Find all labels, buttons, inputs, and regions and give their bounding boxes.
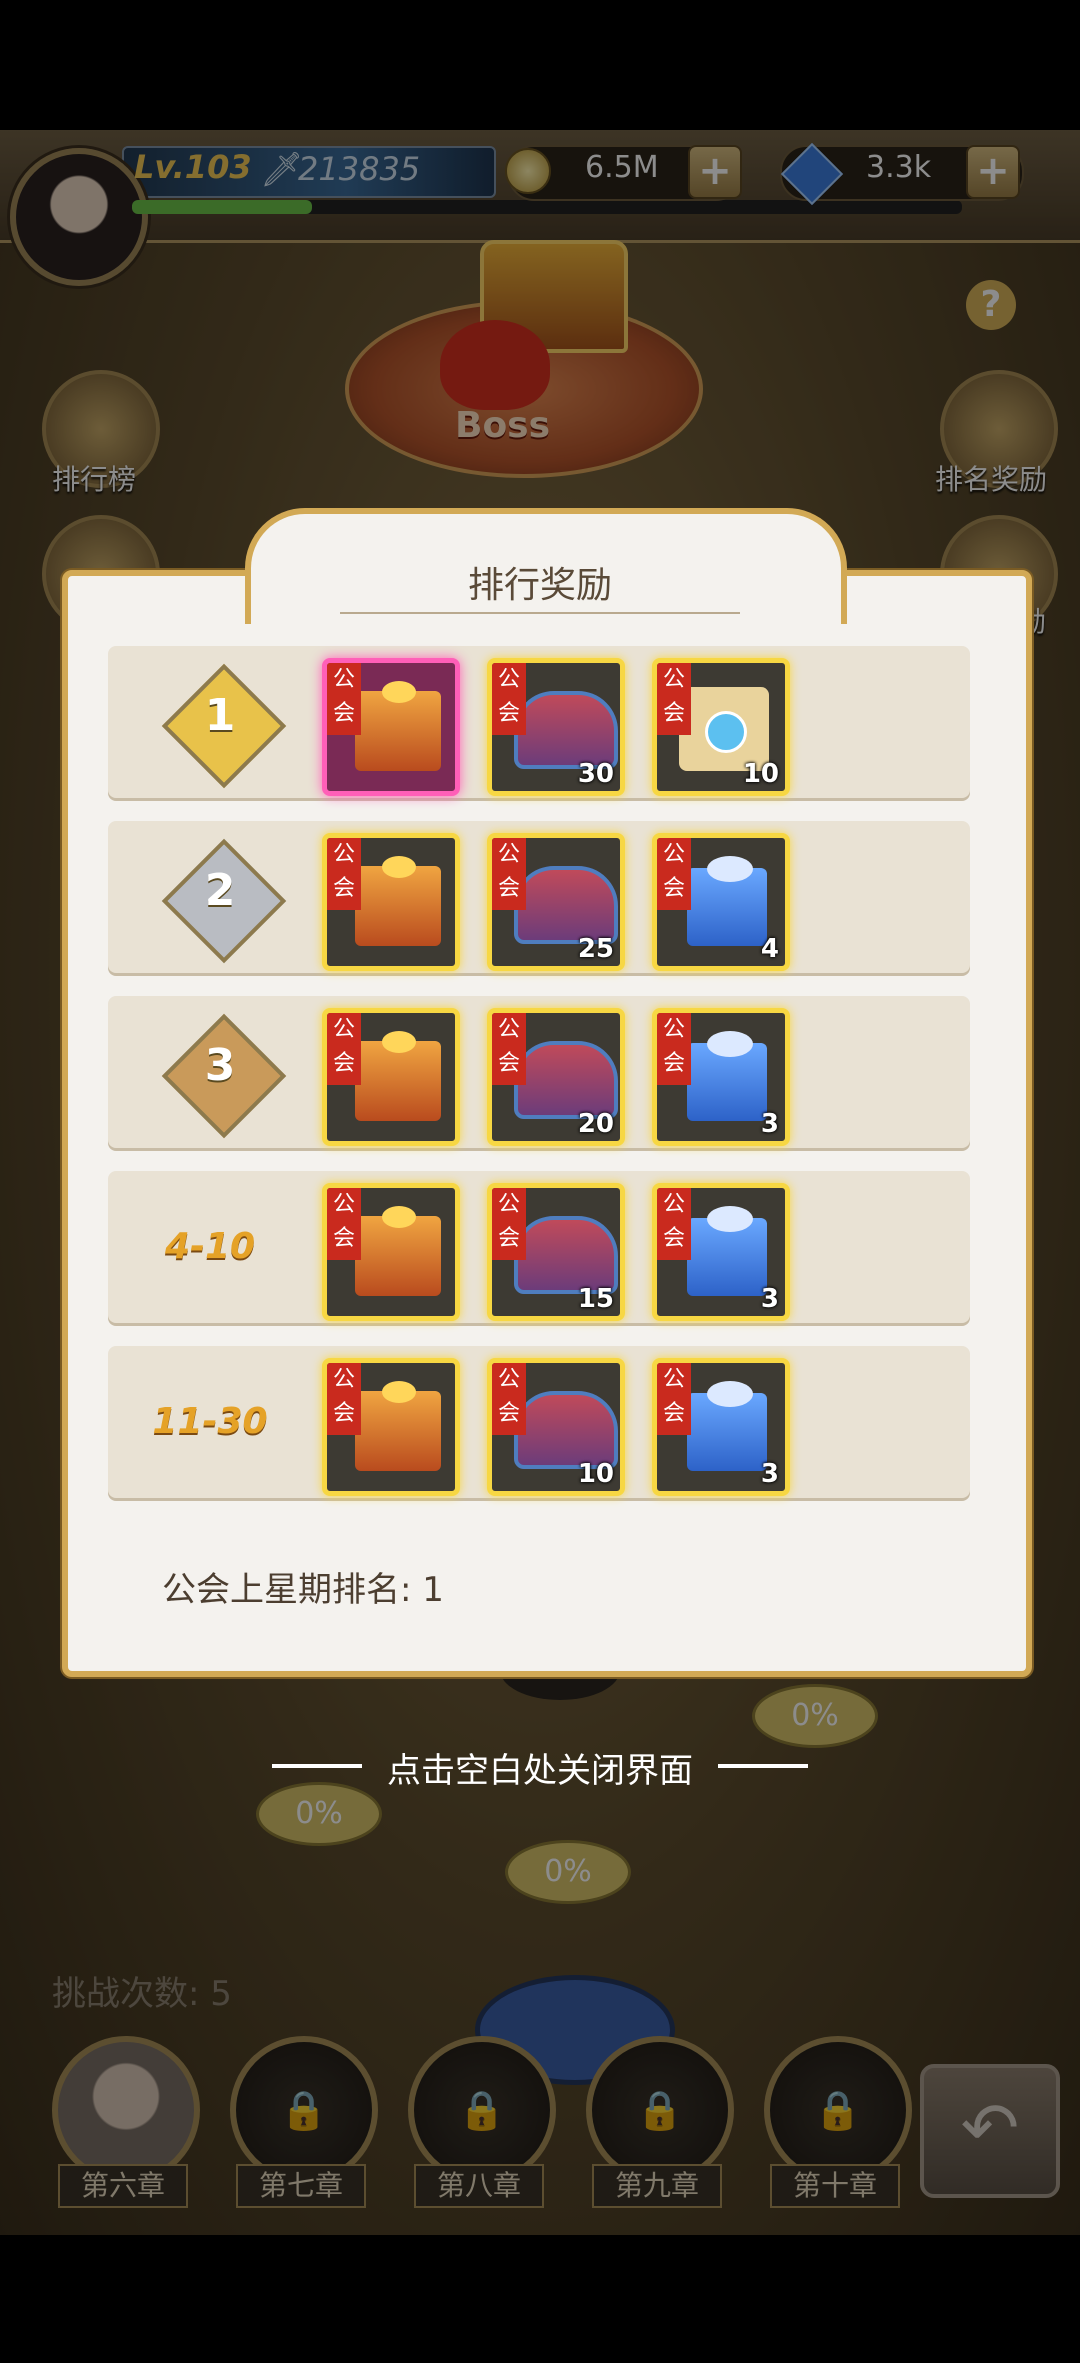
guild-tag: 公会 — [492, 663, 526, 735]
close-hint: 点击空白处关闭界面 — [387, 1751, 693, 1791]
guild-tag: 公会 — [657, 838, 691, 910]
item-count: 3 — [760, 1109, 779, 1139]
guild-tag: 公会 — [327, 1363, 361, 1435]
item-count: 4 — [760, 934, 779, 964]
cannon-cart-icon — [514, 1216, 618, 1294]
last-week-rank: 公会上星期排名: 1 — [162, 1570, 444, 1610]
rank-number: 3 — [204, 1040, 236, 1091]
reward-item[interactable]: 公会 — [322, 1008, 460, 1146]
cannon-cart-icon — [514, 1391, 618, 1469]
gift-bow — [707, 1381, 753, 1407]
guild-gift-icon — [355, 1216, 441, 1296]
guild-gift-icon — [355, 1041, 441, 1121]
item-count: 10 — [577, 1459, 614, 1489]
rank-range: 4-10 — [164, 1226, 256, 1267]
cannon-cart-icon — [514, 691, 618, 769]
guild-tag: 公会 — [492, 1188, 526, 1260]
gift-bow — [382, 856, 416, 878]
reward-item[interactable]: 公会 3 — [652, 1358, 790, 1496]
item-count: 15 — [577, 1284, 614, 1314]
gift-bow — [382, 1381, 416, 1403]
item-count: 20 — [577, 1109, 614, 1139]
title-divider — [340, 612, 740, 614]
rank-number: 2 — [204, 865, 236, 916]
guild-tag: 公会 — [327, 1188, 361, 1260]
gift-bow — [382, 681, 416, 703]
reward-item[interactable]: 公会 15 — [487, 1183, 625, 1321]
reward-item[interactable]: 公会 — [322, 833, 460, 971]
cannon-cart-icon — [514, 866, 618, 944]
reward-item[interactable]: 公会 — [322, 1183, 460, 1321]
reward-item[interactable]: 公会 10 — [487, 1358, 625, 1496]
gift-bow — [707, 1206, 753, 1232]
gift-bow — [382, 1206, 416, 1228]
item-count: 3 — [760, 1284, 779, 1314]
gift-bow — [707, 856, 753, 882]
reward-item[interactable]: 公会 25 — [487, 833, 625, 971]
item-count: 10 — [742, 759, 779, 789]
reward-item[interactable]: 公会 3 — [652, 1008, 790, 1146]
guild-tag: 公会 — [657, 1363, 691, 1435]
guild-tag: 公会 — [657, 1188, 691, 1260]
gift-bow — [382, 1031, 416, 1053]
guild-gift-icon — [355, 1391, 441, 1471]
cannon-cart-icon — [514, 1041, 618, 1119]
guild-tag: 公会 — [657, 663, 691, 735]
reward-item[interactable]: 公会 10 — [652, 658, 790, 796]
reward-item[interactable]: 公会 — [322, 658, 460, 796]
reward-item[interactable]: 公会 — [322, 1358, 460, 1496]
reward-item[interactable]: 公会 20 — [487, 1008, 625, 1146]
guild-tag: 公会 — [492, 1363, 526, 1435]
guild-gift-icon — [355, 691, 441, 771]
guild-gift-icon — [355, 866, 441, 946]
item-count: 30 — [577, 759, 614, 789]
rank-number: 1 — [204, 690, 236, 741]
reward-item[interactable]: 公会 3 — [652, 1183, 790, 1321]
guild-tag: 公会 — [492, 1013, 526, 1085]
guild-tag: 公会 — [657, 1013, 691, 1085]
guild-tag: 公会 — [492, 838, 526, 910]
guild-tag: 公会 — [327, 1013, 361, 1085]
item-count: 25 — [577, 934, 614, 964]
gift-bow — [707, 1031, 753, 1057]
rank-range: 11-30 — [152, 1401, 268, 1442]
reward-item[interactable]: 公会 4 — [652, 833, 790, 971]
dialog-title: 排行奖励 — [467, 565, 612, 606]
guild-tag: 公会 — [327, 663, 361, 735]
reward-item[interactable]: 公会 30 — [487, 658, 625, 796]
gem-icon — [705, 711, 747, 753]
guild-tag: 公会 — [327, 838, 361, 910]
item-count: 3 — [760, 1459, 779, 1489]
